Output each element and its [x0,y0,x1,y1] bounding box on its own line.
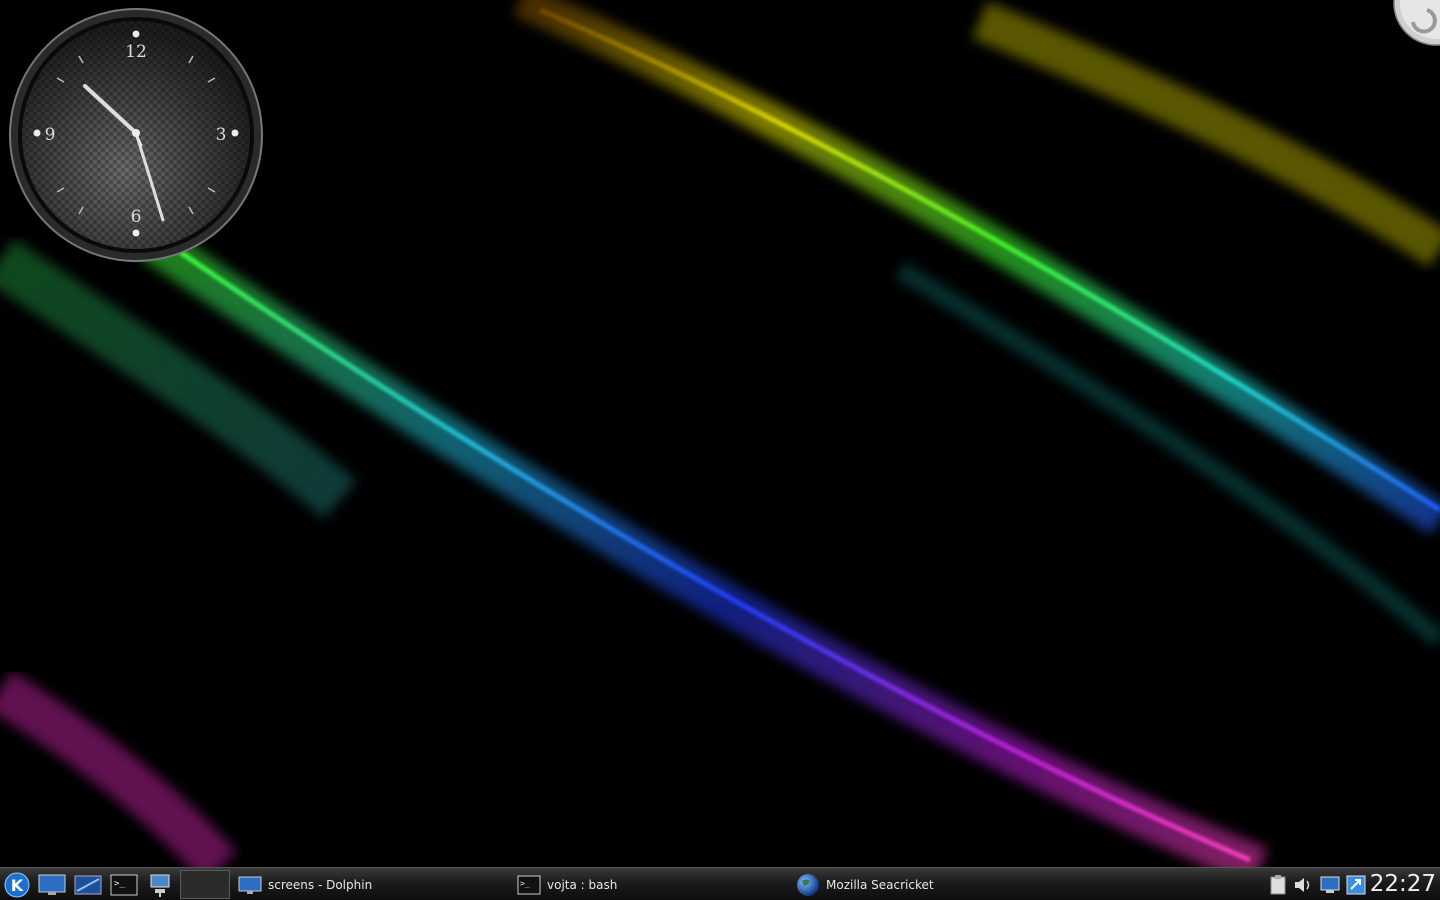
dolphin-launcher-icon [74,875,102,894]
desktop-toolbox-icon[interactable] [1391,0,1440,48]
analog-clock-widget[interactable]: 12 3 6 9 [9,8,263,262]
taskbar-panel: K >_ screens - Dolphin >_ vojta: bash M… [0,867,1440,900]
terminal-launcher-icon: >_ [110,874,138,895]
clock-hour-6: 6 [131,207,142,227]
task-seacricket[interactable]: Mozilla Seacricket [796,870,1066,899]
task-terminal[interactable]: >_ vojta : bash [517,870,787,899]
task-label: screens - Dolphin [268,877,373,892]
network-launcher-button[interactable] [144,870,176,899]
dolphin-launcher-button[interactable] [72,870,104,899]
dolphin-window-icon [238,874,262,896]
kde-menu-icon: K [4,872,30,897]
task-dolphin[interactable]: screens - Dolphin [238,870,508,899]
kde-menu-button[interactable]: K [2,870,32,899]
clipboard-icon[interactable] [1267,874,1289,896]
updates-icon[interactable] [1345,874,1367,896]
volume-icon[interactable] [1292,874,1314,896]
desktop[interactable]: 12 3 6 9 [0,0,1440,867]
svg-text:>_: >_ [114,879,125,889]
terminal-launcher-button[interactable]: >_ [108,870,140,899]
terminal-window-icon: >_ [517,874,541,896]
clock-hour-9: 9 [45,125,56,145]
network-launcher-icon [150,874,170,897]
desktop-pager[interactable] [180,870,230,899]
clock-hour-3: 3 [216,125,227,145]
globe-icon [796,873,820,896]
show-desktop-button[interactable] [36,870,68,899]
task-label: vojta : bash [547,877,618,892]
svg-text:K: K [11,876,24,895]
task-label: Mozilla Seacricket [826,877,934,892]
network-monitor-icon[interactable] [1319,874,1341,896]
panel-clock[interactable]: 22:27 [1370,869,1436,900]
clock-hour-12: 12 [125,42,147,62]
show-desktop-icon [38,874,66,895]
svg-text:>_: >_ [520,879,530,888]
